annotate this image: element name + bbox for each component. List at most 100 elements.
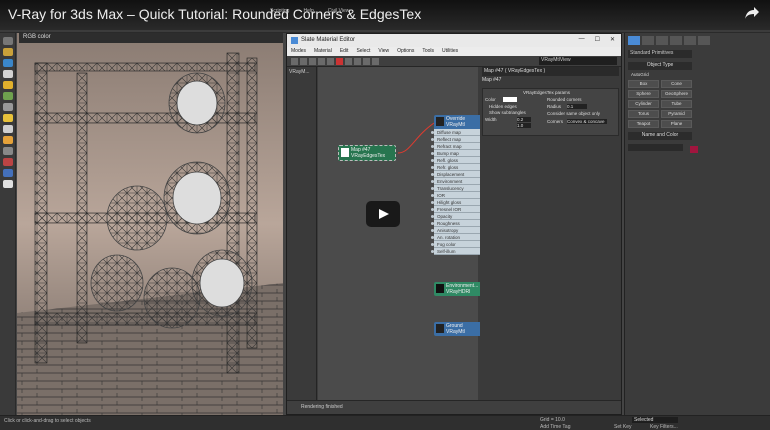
maximize-icon[interactable]: ☐ [595, 36, 600, 43]
perspective-viewport[interactable]: RGB color [17, 33, 283, 415]
tool-icon[interactable] [291, 57, 298, 65]
tool-icon[interactable] [354, 57, 361, 65]
object-buttons: Box Cone Sphere GeoSphere Cylinder Tube … [628, 80, 767, 128]
menu-modes[interactable]: Modes [291, 48, 306, 56]
tool-icon[interactable] [345, 57, 352, 65]
tool-icon[interactable] [363, 57, 370, 65]
tool-icon[interactable] [2, 59, 13, 67]
radius-label: Radius [547, 104, 562, 109]
minimize-icon[interactable]: — [579, 36, 585, 43]
menu-view[interactable]: View [378, 48, 389, 56]
menu-options[interactable]: Options [397, 48, 414, 56]
tool-icon[interactable] [2, 136, 13, 144]
tool-icon[interactable] [2, 48, 13, 56]
box-button[interactable]: Box [628, 80, 659, 88]
share-icon[interactable] [744, 6, 760, 20]
max-menu-item[interactable]: Civil View [328, 8, 350, 14]
tool-icon[interactable] [318, 57, 325, 65]
left-tool-strip [0, 33, 16, 421]
tab-hierarchy[interactable] [656, 36, 668, 45]
corners-select[interactable]: Convex & concave [567, 119, 607, 124]
name-field[interactable] [628, 144, 683, 151]
color-swatch[interactable] [503, 97, 517, 102]
section-title: VRayEdgesTex params [523, 90, 571, 95]
node-edgestex[interactable]: Map #47 VRayEdgesTex [338, 145, 396, 161]
max-menubar: Scripting Help Civil View [270, 8, 349, 14]
primitive-type-select[interactable]: Standard Primitives [628, 50, 692, 58]
set-key-button[interactable]: Set Key [614, 424, 632, 430]
tool-icon[interactable] [336, 57, 343, 65]
tab-create[interactable] [628, 36, 640, 45]
viewport-toolbar [67, 33, 283, 43]
tool-icon[interactable] [2, 92, 13, 100]
key-filters-button[interactable]: Key Filters... [650, 424, 678, 430]
show-subtriangles-label[interactable]: Show subtriangles [489, 110, 526, 115]
tool-icon[interactable] [2, 37, 13, 45]
tool-icon[interactable] [2, 114, 13, 122]
slate-titlebar: Slate Material Editor — ☐ ✕ [287, 34, 621, 47]
tool-icon[interactable] [372, 57, 379, 65]
tool-icon[interactable] [2, 169, 13, 177]
pyramid-button[interactable]: Pyramid [661, 110, 692, 118]
tool-icon[interactable] [2, 103, 13, 111]
close-icon[interactable]: ✕ [610, 36, 615, 43]
view-combo[interactable]: VRayMtlView [539, 57, 617, 65]
command-panel: Standard Primitives Object Type AutoGrid… [624, 33, 770, 415]
video-play-button[interactable] [366, 201, 400, 227]
name-color-header[interactable]: Name and Color [628, 132, 692, 140]
viewport-label[interactable]: RGB color [19, 33, 67, 43]
menu-material[interactable]: Material [314, 48, 332, 56]
max-menu-item[interactable]: Scripting [270, 8, 289, 14]
tab-modify[interactable] [642, 36, 654, 45]
tab-motion[interactable] [670, 36, 682, 45]
parameter-editor: Map #47 ( VRayEdgesTex ) Map #47 VRayEdg… [480, 67, 621, 400]
autogrid-checkbox[interactable]: AutoGrid [631, 72, 764, 77]
swatch [436, 117, 444, 126]
torus-button[interactable]: Torus [628, 110, 659, 118]
tool-icon[interactable] [2, 81, 13, 89]
sphere-button[interactable]: Sphere [628, 90, 659, 98]
status-bar: Click or click-and-drag to select object… [0, 415, 770, 430]
radius-input[interactable]: 0.1 [567, 104, 587, 109]
menu-utilities[interactable]: Utilities [442, 48, 458, 56]
tool-icon[interactable] [2, 180, 13, 188]
app-window: V-Ray for 3ds Max – Quick Tutorial: Roun… [0, 0, 770, 430]
menu-edit[interactable]: Edit [340, 48, 349, 56]
node-graph[interactable]: Map #47 VRayEdgesTex Override VRayMtl Di… [318, 67, 490, 400]
consider-same-object-checkbox[interactable]: Consider same object only [547, 111, 600, 116]
cone-button[interactable]: Cone [661, 80, 692, 88]
tab-display[interactable] [684, 36, 696, 45]
cylinder-button[interactable]: Cylinder [628, 100, 659, 108]
tool-icon[interactable] [300, 57, 307, 65]
tool-icon[interactable] [2, 158, 13, 166]
slate-status: Rendering finished [287, 400, 621, 414]
tube-button[interactable]: Tube [661, 100, 692, 108]
tab-utilities[interactable] [698, 36, 710, 45]
menu-tools[interactable]: Tools [422, 48, 434, 56]
object-type-header[interactable]: Object Type [628, 62, 692, 70]
add-time-tag[interactable]: Add Time Tag [540, 424, 570, 430]
max-menu-item[interactable]: Help [303, 8, 313, 14]
tool-icon[interactable] [327, 57, 334, 65]
swatch [436, 324, 444, 333]
viewport-render [17, 33, 283, 415]
params-map-name: Map #47 [482, 77, 502, 83]
tool-icon[interactable] [2, 147, 13, 155]
width-label: Width [485, 117, 497, 122]
width-input[interactable]: 0.2 [517, 117, 531, 122]
tool-icon[interactable] [309, 57, 316, 65]
node-subtitle: VRayEdgesTex [351, 153, 386, 159]
teapot-button[interactable]: Teapot [628, 120, 659, 128]
hidden-edges-label[interactable]: Hidden edges [489, 104, 517, 109]
plane-button[interactable]: Plane [661, 120, 692, 128]
material-browser[interactable]: VRayM... [287, 67, 317, 400]
geosphere-button[interactable]: GeoSphere [661, 90, 692, 98]
tool-icon[interactable] [2, 70, 13, 78]
params-rollout[interactable]: Map #47 ( VRayEdgesTex ) [482, 67, 619, 76]
selected-select[interactable]: Selected [632, 417, 678, 423]
menu-select[interactable]: Select [356, 48, 370, 56]
tool-icon[interactable] [2, 125, 13, 133]
color-swatch[interactable] [690, 146, 699, 153]
command-tabs [625, 33, 770, 48]
width2-input[interactable]: 1.0 [517, 123, 531, 128]
